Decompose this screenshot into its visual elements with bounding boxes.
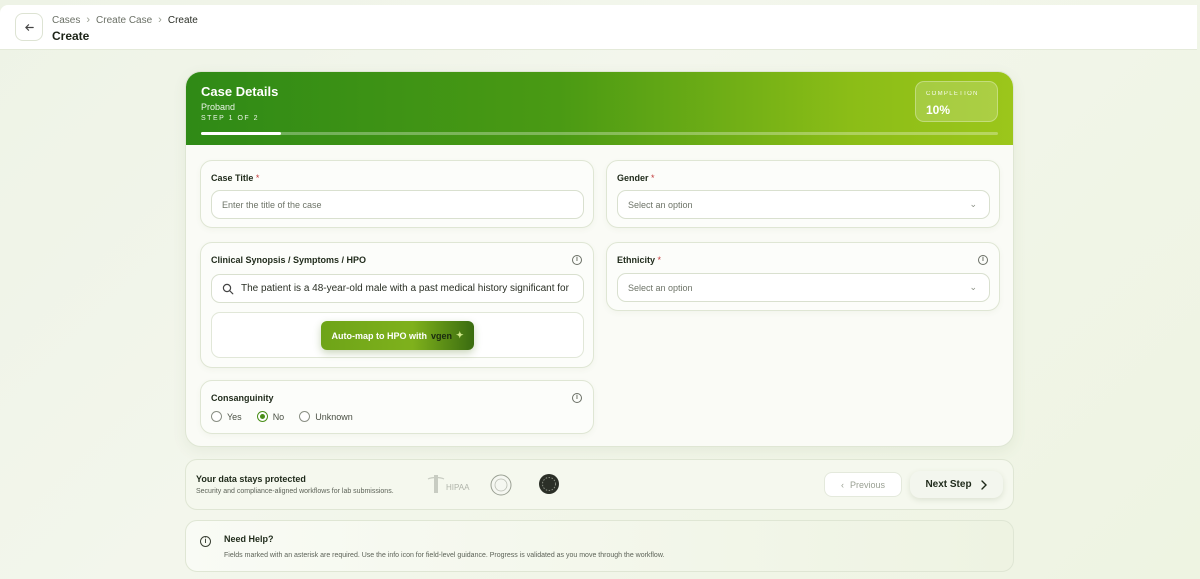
consanguinity-radio-group: Yes No Unknown	[211, 411, 353, 422]
completion-box: COMPLETION 10%	[915, 81, 998, 122]
breadcrumb: Cases › Create Case › Create	[52, 14, 198, 26]
radio-label-no: No	[272, 411, 285, 422]
required-asterisk: *	[657, 255, 662, 265]
footer-bar: Your data stays protected Security and c…	[185, 459, 1014, 510]
gender-label-text: Gender	[617, 173, 649, 183]
completion-label: COMPLETION	[926, 91, 979, 97]
breadcrumb-create-case[interactable]: Create Case	[96, 15, 152, 26]
case-title-panel: Case Title * Enter the title of the case	[200, 160, 594, 228]
data-protection-subtitle: Security and compliance-aligned workflow…	[196, 488, 394, 495]
radio-label-unknown: Unknown	[315, 411, 353, 422]
progress-track	[201, 132, 998, 135]
radio-yes[interactable]	[211, 411, 222, 422]
chevron-right-icon: ›	[158, 14, 162, 26]
progress-fill	[201, 132, 281, 135]
hipaa-badge: HIPAA	[426, 471, 476, 499]
radio-label-yes: Yes	[227, 411, 242, 422]
help-info-icon: i	[200, 536, 211, 547]
top-bar: Cases › Create Case › Create Create	[0, 5, 1197, 50]
clinical-synopsis-value: The patient is a 48-year-old male with a…	[241, 283, 569, 294]
back-button[interactable]	[15, 13, 43, 41]
case-title-label-text: Case Title	[211, 173, 254, 183]
sparkle-icon: ✦	[455, 330, 464, 340]
case-details-card: Case Details Proband STEP 1 OF 2 COMPLET…	[185, 71, 1014, 447]
required-asterisk: *	[651, 173, 655, 183]
case-title-label: Case Title *	[211, 173, 259, 183]
vgen-logo: vgen	[430, 330, 452, 341]
arrow-left-icon	[24, 23, 34, 31]
next-step-button[interactable]: Next Step	[910, 471, 1003, 498]
gender-placeholder: Select an option	[628, 199, 693, 210]
info-icon[interactable]: i	[978, 255, 988, 265]
help-text: Fields marked with an asterisk are requi…	[224, 552, 665, 559]
gender-select[interactable]: Select an option ⌄	[617, 190, 990, 219]
clinical-synopsis-input[interactable]: The patient is a 48-year-old male with a…	[211, 274, 584, 303]
radio-option-unknown[interactable]: Unknown	[299, 411, 353, 422]
ethnicity-select[interactable]: Select an option ⌄	[617, 273, 990, 302]
chevron-right-icon: ›	[86, 14, 91, 26]
chevron-right-icon	[980, 479, 987, 490]
clinical-synopsis-panel: Clinical Synopsis / Symptoms / HPO i The…	[200, 242, 594, 368]
radio-option-yes[interactable]: Yes	[211, 411, 242, 422]
gender-label: Gender *	[617, 173, 655, 183]
gdpr-icon	[539, 474, 559, 494]
search-icon	[222, 283, 234, 295]
chevron-down-icon: ⌄	[969, 282, 977, 292]
info-icon[interactable]: i	[572, 255, 582, 265]
chevron-down-icon: ⌄	[969, 199, 977, 209]
automap-zone: Auto-map to HPO with vgen ✦	[211, 312, 584, 358]
help-title: Need Help?	[224, 534, 274, 544]
info-icon[interactable]: i	[572, 393, 582, 403]
ethnicity-label-text: Ethnicity	[617, 255, 656, 265]
hipaa-text: HIPAA	[446, 483, 470, 492]
automap-hpo-button[interactable]: Auto-map to HPO with vgen ✦	[321, 321, 474, 350]
step-indicator: STEP 1 OF 2	[201, 115, 259, 122]
help-box: i Need Help? Fields marked with an aster…	[185, 520, 1014, 572]
radio-unknown[interactable]	[299, 411, 311, 422]
gdpr-badge	[538, 473, 560, 497]
ethnicity-panel: Ethnicity * i Select an option ⌄	[606, 242, 1000, 311]
previous-label: Previous	[849, 479, 885, 490]
certification-seal	[489, 473, 513, 499]
seal-icon	[490, 474, 512, 496]
radio-option-no[interactable]: No	[256, 411, 285, 422]
breadcrumb-cases[interactable]: Cases	[52, 15, 80, 26]
automap-label: Auto-map to HPO with	[331, 330, 427, 341]
data-protection-title: Your data stays protected	[196, 474, 306, 484]
breadcrumb-create: Create	[167, 14, 198, 26]
page-title: Create	[52, 29, 90, 43]
clinical-synopsis-label: Clinical Synopsis / Symptoms / HPO	[211, 255, 367, 265]
ethnicity-placeholder: Select an option	[628, 282, 693, 293]
next-step-label: Next Step	[925, 479, 972, 490]
card-title: Case Details	[201, 84, 279, 99]
completion-value: 10%	[926, 103, 951, 117]
previous-button[interactable]: ‹ Previous	[824, 472, 902, 497]
case-title-input[interactable]: Enter the title of the case	[211, 190, 584, 219]
card-subtitle: Proband	[201, 102, 236, 112]
hipaa-logo-icon: HIPAA	[427, 475, 470, 493]
radio-no[interactable]	[256, 411, 268, 422]
ethnicity-label: Ethnicity *	[617, 255, 661, 265]
required-asterisk: *	[255, 173, 260, 183]
card-header: Case Details Proband STEP 1 OF 2 COMPLET…	[186, 72, 1013, 145]
gender-panel: Gender * Select an option ⌄	[606, 160, 1000, 228]
consanguinity-panel: Consanguinity i Yes No Unknown	[200, 380, 594, 434]
case-title-placeholder: Enter the title of the case	[222, 199, 322, 210]
chevron-left-icon: ‹	[840, 479, 844, 490]
consanguinity-label: Consanguinity	[211, 393, 274, 403]
